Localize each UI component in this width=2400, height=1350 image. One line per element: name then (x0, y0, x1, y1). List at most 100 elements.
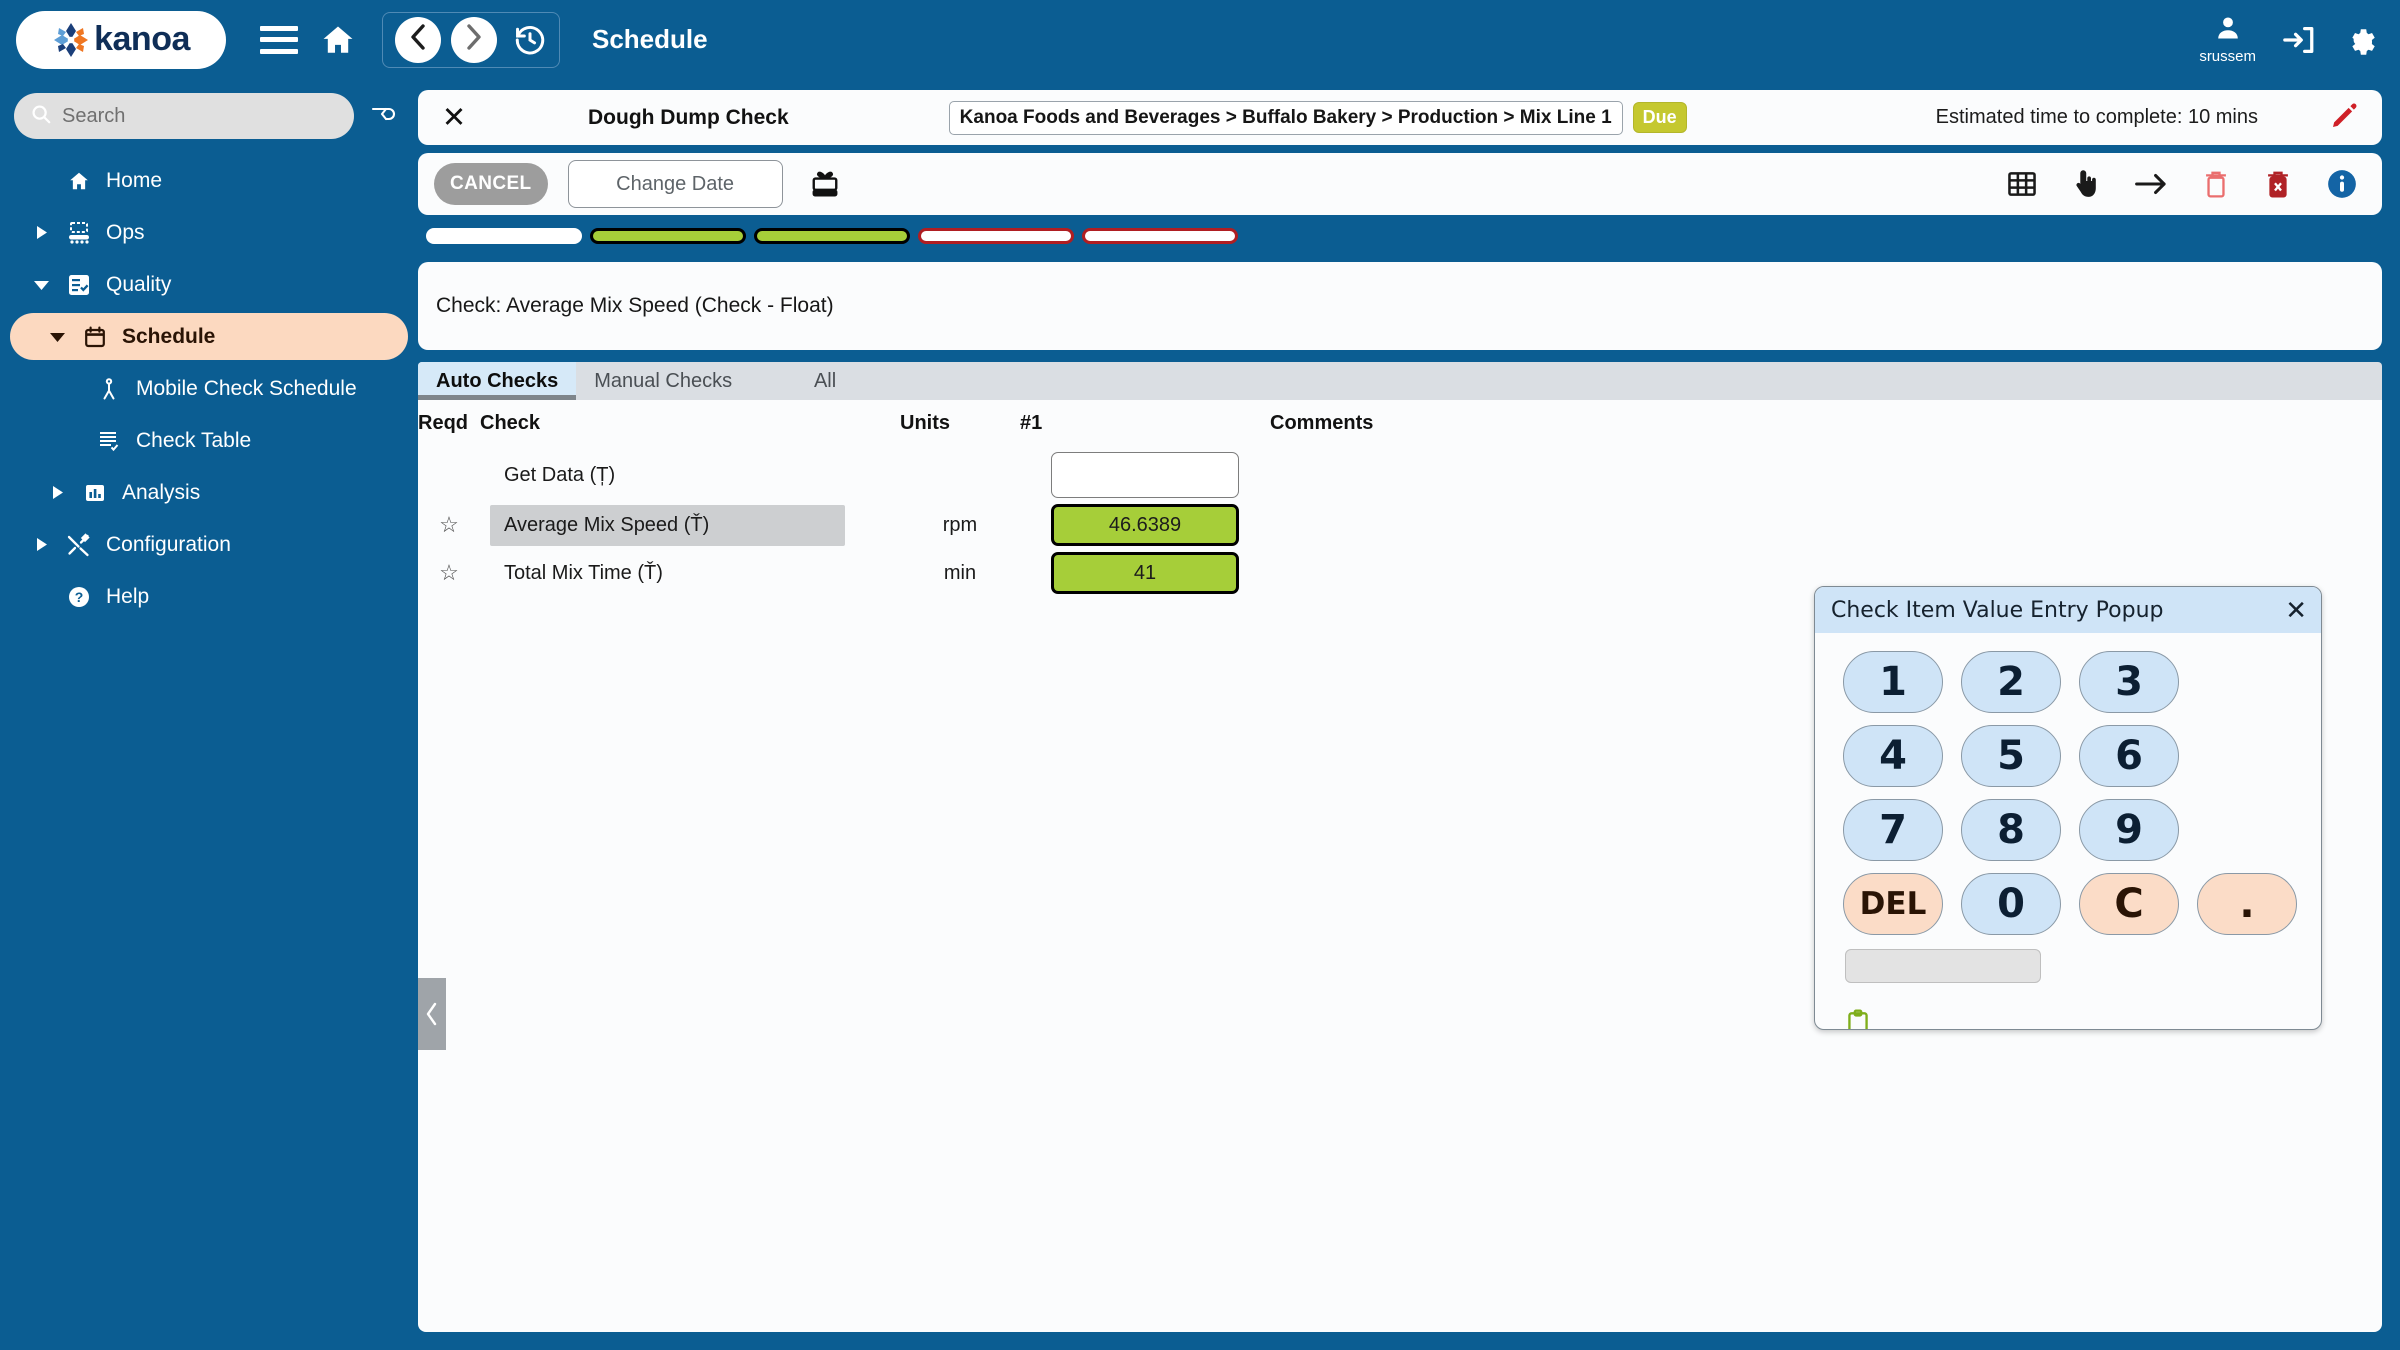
svg-text:?: ? (75, 589, 84, 605)
value-input-filled[interactable]: 41 (1051, 552, 1239, 594)
key-6[interactable]: 6 (2079, 725, 2179, 787)
rotate-arrow-icon[interactable] (368, 103, 398, 130)
progress-segment[interactable] (918, 228, 1074, 244)
key-4[interactable]: 4 (1843, 725, 1943, 787)
comments-cell[interactable] (1270, 449, 2382, 501)
key-decimal-point[interactable]: . (2197, 873, 2297, 935)
close-x-icon[interactable]: ✕ (436, 100, 472, 135)
check-name-cell[interactable]: Average Mix Speed (Ť) (480, 501, 900, 549)
check-tabs: Auto Checks Manual Checks All (418, 362, 2382, 400)
sidebar-item-schedule[interactable]: Schedule (10, 313, 408, 360)
chevron-down-icon[interactable] (40, 331, 74, 343)
key-1[interactable]: 1 (1843, 651, 1943, 713)
check-name-cell[interactable]: Total Mix Time (Ť) (480, 549, 900, 597)
value-entry-input[interactable] (1845, 949, 2041, 983)
app-bar: kanoa Schedule (0, 0, 2400, 79)
conveyor-icon (58, 221, 100, 245)
sidebar-item-label: Check Table (136, 429, 251, 453)
sidebar: Search Home (0, 79, 418, 1350)
brand-logo[interactable]: kanoa (16, 11, 226, 69)
sidebar-item-label: Ops (106, 221, 145, 245)
key-2[interactable]: 2 (1961, 651, 2061, 713)
home-icon (58, 170, 100, 192)
chevron-left-icon (424, 1002, 440, 1026)
tools-icon (58, 533, 100, 557)
star-icon[interactable]: ☆ (439, 512, 459, 537)
sidebar-item-analysis[interactable]: Analysis (10, 469, 408, 516)
gear-icon[interactable] (2342, 23, 2376, 57)
key-3[interactable]: 3 (2079, 651, 2179, 713)
logout-icon[interactable] (2282, 23, 2316, 57)
chevron-right-icon[interactable] (24, 225, 58, 240)
chevron-down-icon[interactable] (24, 279, 58, 291)
sidebar-item-ops[interactable]: Ops (10, 209, 408, 256)
gift-box-icon[interactable] (809, 169, 841, 199)
value-input-filled[interactable]: 46.6389 (1051, 504, 1239, 546)
change-date-button[interactable]: Change Date (568, 160, 783, 208)
popup-title: Check Item Value Entry Popup (1831, 598, 2164, 623)
info-circle-icon[interactable] (2326, 168, 2358, 200)
sidebar-item-check-table[interactable]: Check Table (10, 417, 408, 464)
progress-segment[interactable] (754, 228, 910, 244)
chevron-right-icon (464, 24, 484, 55)
forward-button[interactable] (451, 17, 497, 63)
sidebar-item-label: Configuration (106, 533, 231, 557)
sidebar-item-help[interactable]: ? Help (10, 573, 408, 620)
progress-segment[interactable] (590, 228, 746, 244)
star-icon[interactable]: ☆ (439, 560, 459, 585)
key-9[interactable]: 9 (2079, 799, 2179, 861)
cancel-button[interactable]: CANCEL (434, 163, 548, 205)
sidebar-search-row: Search (0, 93, 418, 139)
key-7[interactable]: 7 (1843, 799, 1943, 861)
search-input[interactable]: Search (14, 93, 354, 139)
sidebar-item-configuration[interactable]: Configuration (10, 521, 408, 568)
user-account[interactable]: srussem (2199, 14, 2256, 65)
checklist-icon (58, 273, 100, 297)
key-8[interactable]: 8 (1961, 799, 2061, 861)
search-icon (30, 103, 52, 130)
pencil-edit-icon[interactable] (2330, 100, 2360, 135)
value-input-empty[interactable] (1051, 452, 1239, 498)
tab-auto-checks[interactable]: Auto Checks (418, 362, 576, 400)
touch-hand-icon[interactable] (2072, 168, 2100, 200)
key-0[interactable]: 0 (1961, 873, 2061, 935)
comments-cell[interactable] (1270, 501, 2382, 549)
hamburger-menu-icon[interactable] (260, 26, 298, 54)
chevron-right-icon[interactable] (40, 485, 74, 500)
reqd-cell: ☆ (418, 501, 480, 549)
trash-outline-icon[interactable] (2202, 168, 2230, 200)
breadcrumb[interactable]: Kanoa Foods and Beverages > Buffalo Bake… (949, 101, 1623, 135)
trash-delete-x-icon[interactable] (2264, 168, 2292, 200)
sidebar-collapse-handle[interactable] (418, 978, 446, 1050)
history-clock-icon[interactable] (513, 23, 547, 57)
sidebar-item-mobile-check-schedule[interactable]: Mobile Check Schedule (10, 365, 408, 412)
chevron-left-icon (408, 24, 428, 55)
grid-table-icon[interactable] (2006, 168, 2038, 200)
table-row[interactable]: Get Data (T̩) (418, 449, 2382, 501)
back-button[interactable] (395, 17, 441, 63)
toolbar-right-icons (2006, 168, 2366, 200)
progress-segment[interactable] (426, 228, 582, 244)
value-cell[interactable]: 46.6389 (1020, 501, 1270, 549)
chevron-right-icon[interactable] (24, 537, 58, 552)
check-name-label: Average Mix Speed (Ť) (490, 505, 845, 546)
key-clear[interactable]: C (2079, 873, 2179, 935)
key-delete[interactable]: DEL (1843, 873, 1943, 935)
key-5[interactable]: 5 (1961, 725, 2061, 787)
sidebar-item-home[interactable]: Home (10, 157, 408, 204)
progress-segment[interactable] (1082, 228, 1238, 244)
tab-all[interactable]: All (750, 362, 900, 400)
tab-manual-checks[interactable]: Manual Checks (576, 362, 750, 400)
search-placeholder: Search (62, 105, 125, 128)
table-row[interactable]: ☆ Average Mix Speed (Ť) rpm 46.6389 (418, 501, 2382, 549)
arrow-right-icon[interactable] (2134, 169, 2168, 199)
close-x-icon[interactable]: ✕ (2285, 597, 2307, 623)
sidebar-item-quality[interactable]: Quality (10, 261, 408, 308)
check-name-cell[interactable]: Get Data (T̩) (480, 449, 900, 501)
value-cell[interactable] (1020, 449, 1270, 501)
clipboard-icon[interactable] (1845, 1009, 1871, 1030)
value-cell[interactable]: 41 (1020, 549, 1270, 597)
sidebar-nav: Home Ops (0, 157, 418, 620)
appbar-right-group: srussem (2199, 14, 2400, 65)
home-icon[interactable] (320, 23, 356, 57)
